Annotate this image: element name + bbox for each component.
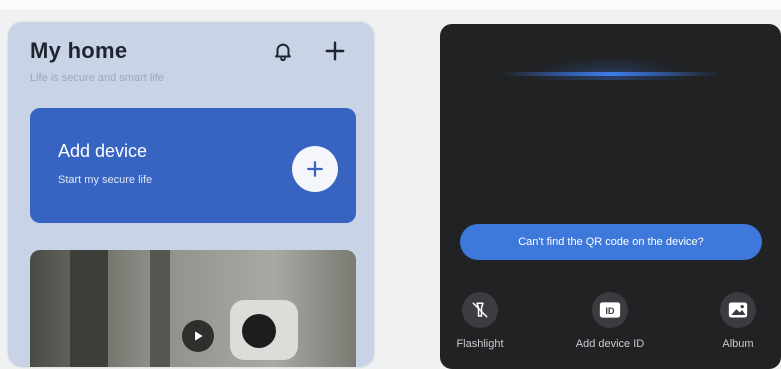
home-screen: My home Life is secure and smart life Ad… <box>8 22 374 367</box>
play-icon <box>195 331 203 341</box>
camera-lens-image <box>242 314 276 348</box>
add-device-card[interactable]: Add device Start my secure life <box>30 108 356 223</box>
flashlight-button[interactable]: Flashlight <box>440 292 520 350</box>
add-device-id-label: Add device ID <box>575 338 645 350</box>
id-icon: ID <box>592 292 628 328</box>
add-device-title: Add device <box>58 141 148 161</box>
scan-screen: Can't find the QR code on the device? Fl… <box>440 24 781 369</box>
add-device-subtitle: Start my secure life <box>58 174 153 186</box>
top-background <box>0 0 781 10</box>
camera-preview-background <box>70 250 108 367</box>
svg-text:ID: ID <box>605 306 615 316</box>
album-label: Album <box>722 338 754 350</box>
qr-help-button[interactable]: Can't find the QR code on the device? <box>460 224 762 260</box>
album-button[interactable]: Album <box>698 292 778 350</box>
scan-glow <box>530 56 690 80</box>
scan-line <box>500 72 720 76</box>
play-button[interactable] <box>182 320 214 352</box>
image-icon <box>720 292 756 328</box>
add-device-button[interactable] <box>292 146 338 192</box>
flashlight-icon <box>462 292 498 328</box>
add-icon[interactable] <box>322 38 348 64</box>
add-device-id-button[interactable]: ID Add device ID <box>570 292 650 350</box>
page-title: My home <box>30 38 128 63</box>
notification-bell-icon[interactable] <box>270 38 296 64</box>
page-subtitle: Life is secure and smart life <box>30 72 164 84</box>
camera-preview-card[interactable] <box>30 250 356 367</box>
camera-preview-background-shadow <box>150 250 170 367</box>
flashlight-label: Flashlight <box>456 338 504 350</box>
